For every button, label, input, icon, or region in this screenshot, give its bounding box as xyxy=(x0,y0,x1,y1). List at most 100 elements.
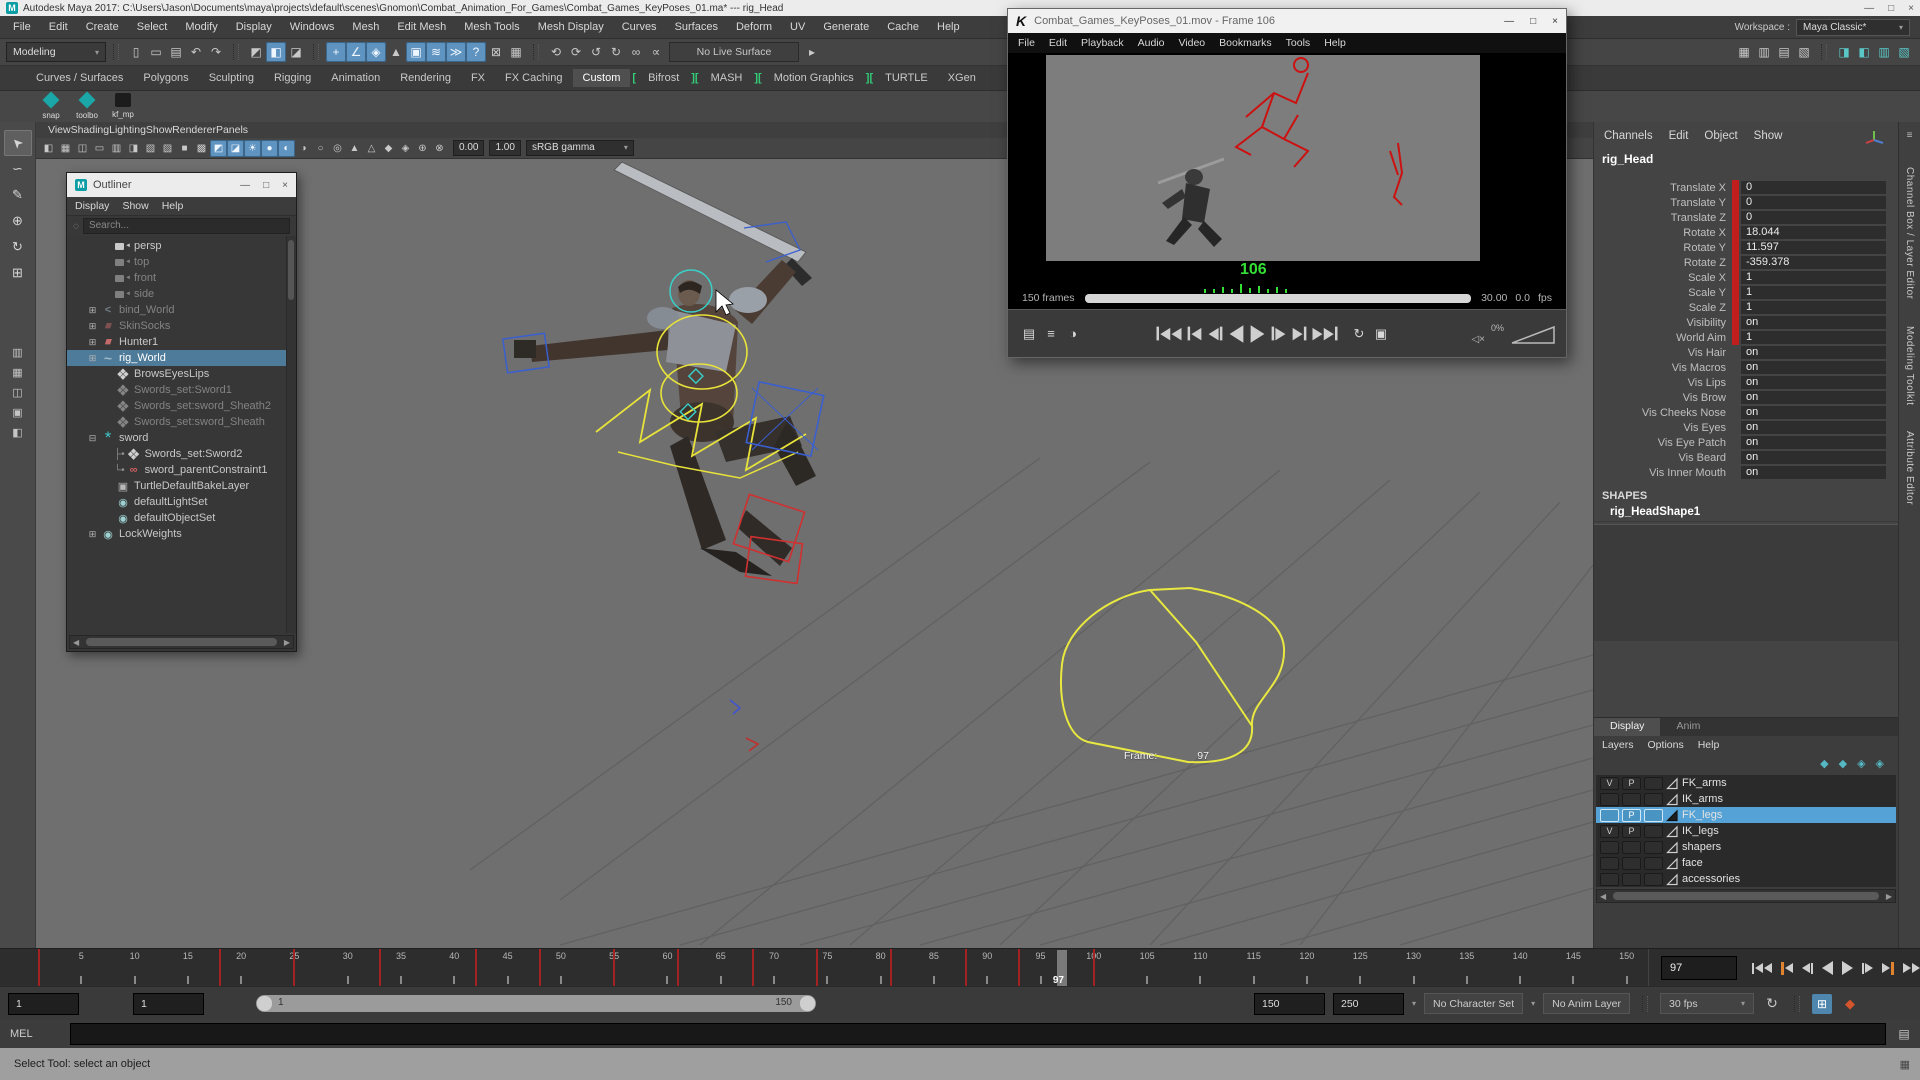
outliner-menu-item[interactable]: Help xyxy=(162,200,184,212)
shelf-tab[interactable]: FX Caching xyxy=(495,69,572,87)
output-connections-icon[interactable]: ⟳ xyxy=(566,42,586,62)
exposure-icon[interactable]: ⊕ xyxy=(414,140,431,157)
humanik-toggle-icon[interactable]: ◧ xyxy=(1854,42,1874,62)
outliner-item-label[interactable]: defaultObjectSet xyxy=(134,512,215,524)
channel-attribute-label[interactable]: Scale Z xyxy=(1594,302,1732,314)
keyframe-tick[interactable] xyxy=(1093,949,1095,987)
wireframe-icon[interactable]: ▩ xyxy=(193,140,210,157)
four-pane-layout-button[interactable]: ▦ xyxy=(6,362,30,382)
channel-attribute-value[interactable]: on xyxy=(1741,376,1886,389)
player-menu-item[interactable]: Edit xyxy=(1049,37,1067,49)
channel-attribute-value[interactable]: on xyxy=(1741,421,1886,434)
channel-attribute-value[interactable]: on xyxy=(1741,316,1886,329)
display-layer-row[interactable]: V P FK_arms xyxy=(1596,775,1896,791)
keyframe-tick[interactable] xyxy=(219,949,221,987)
anim-layer-menu-icon[interactable]: ▾ xyxy=(1531,999,1535,1008)
channel-attribute-label[interactable]: Rotate Y xyxy=(1594,242,1732,254)
snap-release-icon[interactable]: ≫ xyxy=(446,42,466,62)
snap-grid-icon[interactable]: + xyxy=(326,42,346,62)
player-hold-icon[interactable]: ▣ xyxy=(1370,324,1392,344)
channel-attribute-label[interactable]: Translate Y xyxy=(1594,197,1732,209)
expand-toggle-icon[interactable]: ⊞ xyxy=(86,305,99,316)
current-time-marker[interactable]: 97 xyxy=(1056,949,1068,987)
expand-toggle-icon[interactable]: ⊞ xyxy=(86,529,99,540)
select-tool-button[interactable]: ➤ xyxy=(4,130,32,156)
layer-display-type-toggle[interactable] xyxy=(1644,825,1663,838)
shelf-tab[interactable]: Animation xyxy=(321,69,390,87)
shelf-item-kf-mp[interactable]: kf_mp xyxy=(108,91,138,119)
range-end-handle[interactable] xyxy=(800,996,815,1011)
construction-history-on-icon[interactable]: ↺ xyxy=(586,42,606,62)
channel-box-toggle-icon[interactable]: ▧ xyxy=(1894,42,1914,62)
outliner-item-label[interactable]: Swords_set:sword_Sheath xyxy=(134,416,265,428)
player-menu-item[interactable]: Bookmarks xyxy=(1219,37,1272,49)
film-gate-icon[interactable]: ◫ xyxy=(74,140,91,157)
safe-title-icon[interactable]: ▨ xyxy=(159,140,176,157)
live-surface-field[interactable]: No Live Surface xyxy=(669,42,799,62)
script-editor-icon[interactable]: ▤ xyxy=(1894,1024,1914,1044)
layer-playback-toggle[interactable]: P xyxy=(1622,809,1641,822)
channel-attribute-label[interactable]: Visibility xyxy=(1594,317,1732,329)
shelf-tab[interactable]: Rendering xyxy=(390,69,461,87)
outliner-item[interactable]: ⊟ sword xyxy=(67,430,296,446)
channel-attribute-value[interactable]: 1 xyxy=(1741,301,1886,314)
menu-item[interactable]: UV xyxy=(781,21,814,33)
player-next-key-button[interactable] xyxy=(1289,323,1310,344)
channel-attribute-label[interactable]: Translate Z xyxy=(1594,212,1732,224)
layer-menu-item[interactable]: Options xyxy=(1648,739,1684,751)
step-back-frame-button[interactable] xyxy=(1799,960,1816,977)
keyframe-tick[interactable] xyxy=(539,949,541,987)
outliner-item[interactable]: ├• Swords_set:Sword2 xyxy=(67,446,296,462)
layer-display-type-toggle[interactable] xyxy=(1644,841,1663,854)
persp-outliner-layout-button[interactable]: ▣ xyxy=(6,402,30,422)
menu-item[interactable]: Curves xyxy=(613,21,666,33)
layer-display-type-toggle[interactable] xyxy=(1644,873,1663,886)
lock-selection-icon[interactable]: ⊠ xyxy=(486,42,506,62)
channel-attribute-value[interactable]: 0 xyxy=(1741,196,1886,209)
layer-visibility-toggle[interactable]: V xyxy=(1600,777,1619,790)
keyframe-tick[interactable] xyxy=(38,949,40,987)
layer-visibility-toggle[interactable] xyxy=(1600,857,1619,870)
layer-editor-tab[interactable]: Display xyxy=(1594,718,1660,736)
display-layer-row[interactable]: face xyxy=(1596,855,1896,871)
channel-attribute-value[interactable]: on xyxy=(1741,466,1886,479)
layer-name[interactable]: IK_arms xyxy=(1682,793,1723,805)
channel-attribute-value[interactable]: 1 xyxy=(1741,271,1886,284)
outliner-item[interactable]: BrowsEyesLips xyxy=(67,366,296,382)
keyframe-tick[interactable] xyxy=(752,949,754,987)
gamma-field[interactable]: 1.00 xyxy=(489,140,520,156)
new-layer-from-selected-icon[interactable]: ◆ xyxy=(1839,757,1847,770)
character-controls-button[interactable]: ◆ xyxy=(1840,994,1860,1014)
outliner-menu-item[interactable]: Show xyxy=(122,200,148,212)
ao-icon[interactable]: ◐ xyxy=(278,140,295,157)
player-view-mode-icon[interactable]: ▤ xyxy=(1018,324,1040,344)
new-empty-layer-icon[interactable]: ◆ xyxy=(1820,757,1828,770)
snap-projected-center-icon[interactable]: ▲ xyxy=(386,42,406,62)
isolate-select-icon[interactable]: ▲ xyxy=(346,140,363,157)
paint-select-tool-button[interactable]: ✎ xyxy=(4,182,32,208)
snap-curve-icon[interactable]: ∠ xyxy=(346,42,366,62)
layer-name[interactable]: shapers xyxy=(1682,841,1721,853)
keyframe-tick[interactable] xyxy=(816,949,818,987)
gate-mask-icon[interactable]: ▥ xyxy=(108,140,125,157)
player-palette-icon[interactable]: ◑ xyxy=(1062,324,1084,344)
channel-attribute-value[interactable]: 1 xyxy=(1741,286,1886,299)
channel-attribute-value[interactable]: on xyxy=(1741,346,1886,359)
new-scene-icon[interactable]: ▯ xyxy=(126,42,146,62)
channel-attribute-value[interactable]: on xyxy=(1741,451,1886,464)
layer-display-type-toggle[interactable] xyxy=(1644,777,1663,790)
mute-icon[interactable]: ◁× xyxy=(1471,334,1485,345)
tab-channel-box-layer-editor[interactable]: Channel Box / Layer Editor xyxy=(1904,167,1915,300)
outliner-item[interactable]: ⊞ LockWeights xyxy=(67,526,296,542)
shelf-tab[interactable]: XGen xyxy=(938,69,986,87)
menu-item[interactable]: Mesh Display xyxy=(529,21,613,33)
outliner-item[interactable]: Swords_set:sword_Sheath2 xyxy=(67,398,296,414)
layer-visibility-toggle[interactable] xyxy=(1600,793,1619,806)
channel-box-menu-item[interactable]: Show xyxy=(1754,130,1783,142)
evaluation-icon[interactable]: ∝ xyxy=(646,42,666,62)
channel-attribute-value[interactable]: 11.597 xyxy=(1741,241,1886,254)
layer-name[interactable]: FK_arms xyxy=(1682,777,1727,789)
channel-box-menu-item[interactable]: Channels xyxy=(1604,130,1653,142)
channel-attribute-label[interactable]: Vis Inner Mouth xyxy=(1594,467,1732,479)
outliner-item-label[interactable]: SkinSocks xyxy=(119,320,170,332)
